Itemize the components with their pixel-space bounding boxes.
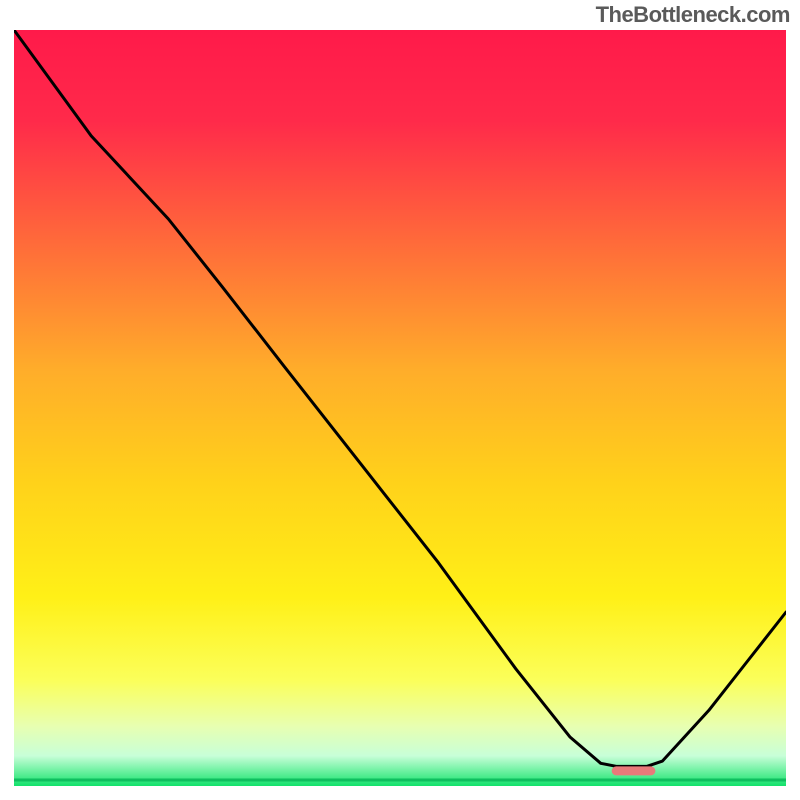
chart-plot-area [14, 30, 786, 786]
gradient-background [14, 30, 786, 786]
watermark-text: TheBottleneck.com [596, 2, 790, 28]
chart-svg [14, 30, 786, 786]
